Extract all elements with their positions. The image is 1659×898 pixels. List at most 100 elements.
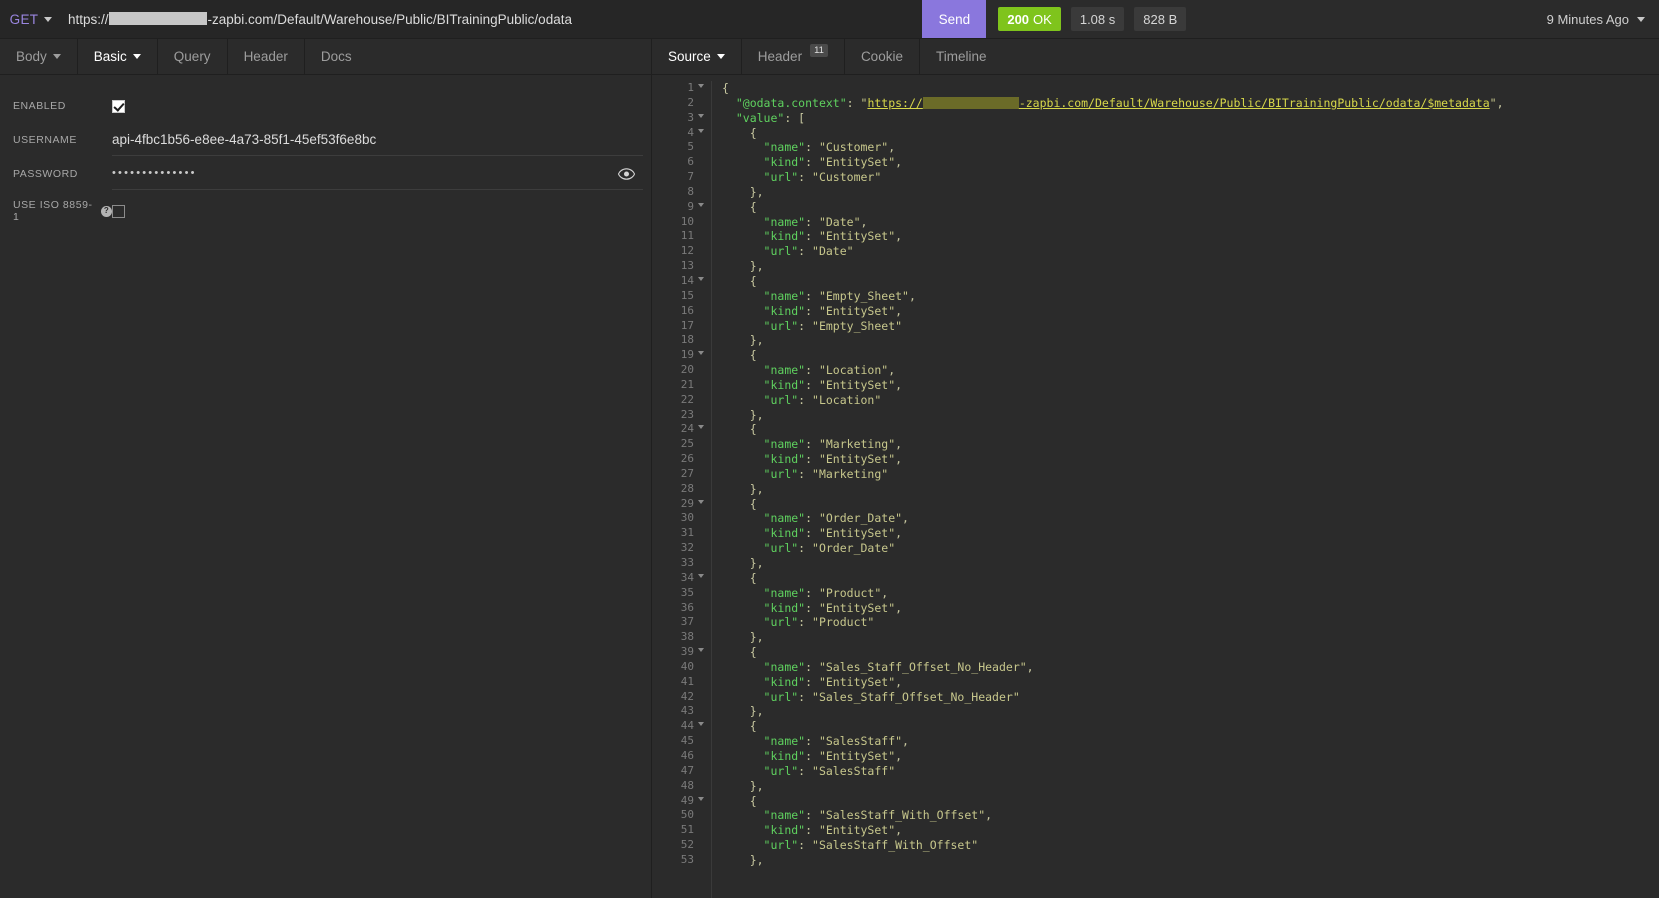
fold-toggle[interactable]	[698, 200, 711, 215]
code-line: "kind": "EntitySet",	[763, 377, 903, 392]
fold-toggle[interactable]	[698, 794, 711, 809]
code-line: },	[749, 184, 764, 199]
http-method-selector[interactable]: GET	[0, 0, 62, 38]
toggle-password-visibility-button[interactable]	[609, 167, 643, 180]
fold-toggle	[698, 215, 711, 230]
line-number: 49	[680, 793, 694, 807]
fold-toggle	[698, 586, 711, 601]
fold-toggle[interactable]	[698, 497, 711, 512]
chevron-down-icon	[698, 796, 704, 801]
fold-toggle	[698, 853, 711, 868]
fold-toggle	[698, 482, 711, 497]
code-line: "kind": "EntitySet",	[763, 229, 903, 244]
password-input[interactable]: ••••••••••••••	[112, 168, 609, 179]
fold-toggle	[698, 363, 711, 378]
enabled-checkbox[interactable]	[112, 99, 125, 113]
line-number: 27	[680, 466, 694, 480]
fold-toggle	[698, 170, 711, 185]
line-number: 37	[680, 615, 694, 629]
form-row-enabled: ENABLED	[0, 89, 651, 123]
code-line: {	[749, 719, 757, 734]
chevron-down-icon	[698, 425, 704, 430]
fold-toggle[interactable]	[698, 422, 711, 437]
help-icon[interactable]: ?	[101, 205, 112, 217]
fold-toggle	[698, 823, 711, 838]
fold-toggle	[698, 437, 711, 452]
chevron-down-icon	[44, 16, 53, 22]
line-number: 30	[680, 511, 694, 525]
fold-toggle[interactable]	[698, 274, 711, 289]
send-button[interactable]: Send	[922, 0, 987, 38]
line-number: 16	[680, 303, 694, 317]
code-line: {	[749, 273, 757, 288]
status-code: 200	[1007, 11, 1030, 27]
fold-toggle[interactable]	[698, 645, 711, 660]
tab-query[interactable]: Query	[158, 39, 228, 74]
fold-toggle[interactable]	[698, 111, 711, 126]
line-number: 20	[680, 363, 694, 377]
code-line: "kind": "EntitySet",	[763, 526, 903, 541]
chevron-down-icon	[698, 84, 704, 88]
tab-timeline[interactable]: Timeline	[920, 39, 1003, 74]
line-number: 13	[680, 259, 694, 273]
line-number: 29	[680, 496, 694, 510]
code-line: },	[749, 630, 764, 645]
username-input[interactable]	[112, 124, 643, 156]
line-number: 35	[680, 585, 694, 599]
fold-toggle	[698, 304, 711, 319]
code-line: "@odata.context": "https://-zapbi.com/De…	[735, 95, 1504, 110]
code-line: "kind": "EntitySet",	[763, 748, 903, 763]
tab-label: Cookie	[860, 49, 903, 64]
code-line: "url": "Sales_Staff_Offset_No_Header"	[763, 689, 1020, 704]
tab-cookie[interactable]: Cookie	[845, 39, 920, 74]
fold-toggle[interactable]	[698, 81, 711, 96]
time-ago-label: 9 Minutes Ago	[1546, 11, 1630, 27]
url-suffix: -zapbi.com/Default/Warehouse/Public/BITr…	[207, 11, 572, 27]
tab-basic[interactable]: Basic	[78, 39, 158, 74]
fold-toggle[interactable]	[698, 571, 711, 586]
code-line: {	[722, 81, 729, 95]
url-redaction-block	[108, 11, 207, 25]
line-number: 51	[680, 823, 694, 837]
tab-label: Header	[243, 49, 288, 64]
tab-header[interactable]: Header 11	[742, 39, 845, 74]
code-line: "url": "Marketing"	[763, 466, 889, 481]
fold-toggle	[698, 601, 711, 616]
code-fold-column[interactable]	[698, 81, 711, 898]
line-number: 4	[687, 125, 694, 139]
fold-toggle	[698, 244, 711, 259]
line-number: 46	[680, 748, 694, 762]
line-number: 33	[680, 556, 694, 569]
form-row-iso: USE ISO 8859-1 ?	[0, 191, 651, 225]
chevron-down-icon	[698, 499, 704, 504]
tab-label: Basic	[93, 49, 127, 64]
code-line: {	[749, 125, 757, 140]
form-row-password: PASSWORD ••••••••••••••	[0, 157, 651, 191]
chevron-down-icon	[698, 128, 704, 133]
line-number: 12	[680, 244, 694, 258]
form-row-username: USERNAME	[0, 123, 651, 157]
fold-toggle[interactable]	[698, 348, 711, 363]
tab-body[interactable]: Body	[0, 39, 78, 74]
line-number: 43	[680, 704, 694, 718]
tab-header[interactable]: Header	[228, 39, 305, 74]
code-line: {	[749, 570, 757, 585]
code-line: "name": "Product",	[763, 585, 889, 600]
enabled-label: ENABLED	[13, 100, 66, 112]
chevron-down-icon	[698, 276, 704, 281]
password-field-wrapper: ••••••••••••••	[112, 159, 643, 190]
request-tab-bar: Body Basic Query Header Docs	[0, 39, 651, 75]
response-source-viewer[interactable]: 1 2 3 4 5 6 7 8 9 10 11 12 13 14 15 16 17 18 19 20 21 22 23 24 2…	[652, 75, 1659, 898]
tab-source[interactable]: Source	[652, 39, 742, 74]
tab-docs[interactable]: Docs	[305, 39, 368, 74]
fold-toggle	[698, 690, 711, 705]
fold-toggle[interactable]	[698, 126, 711, 141]
chevron-down-icon	[698, 113, 704, 118]
url-input[interactable]: https:// -zapbi.com/Default/Warehouse/Pub…	[62, 0, 923, 38]
fold-toggle[interactable]	[698, 719, 711, 734]
chevron-down-icon	[698, 351, 704, 356]
iso-checkbox[interactable]	[112, 204, 125, 218]
chevron-down-icon	[52, 54, 61, 59]
history-selector[interactable]: 9 Minutes Ago	[1547, 12, 1659, 27]
line-number: 38	[680, 630, 694, 644]
